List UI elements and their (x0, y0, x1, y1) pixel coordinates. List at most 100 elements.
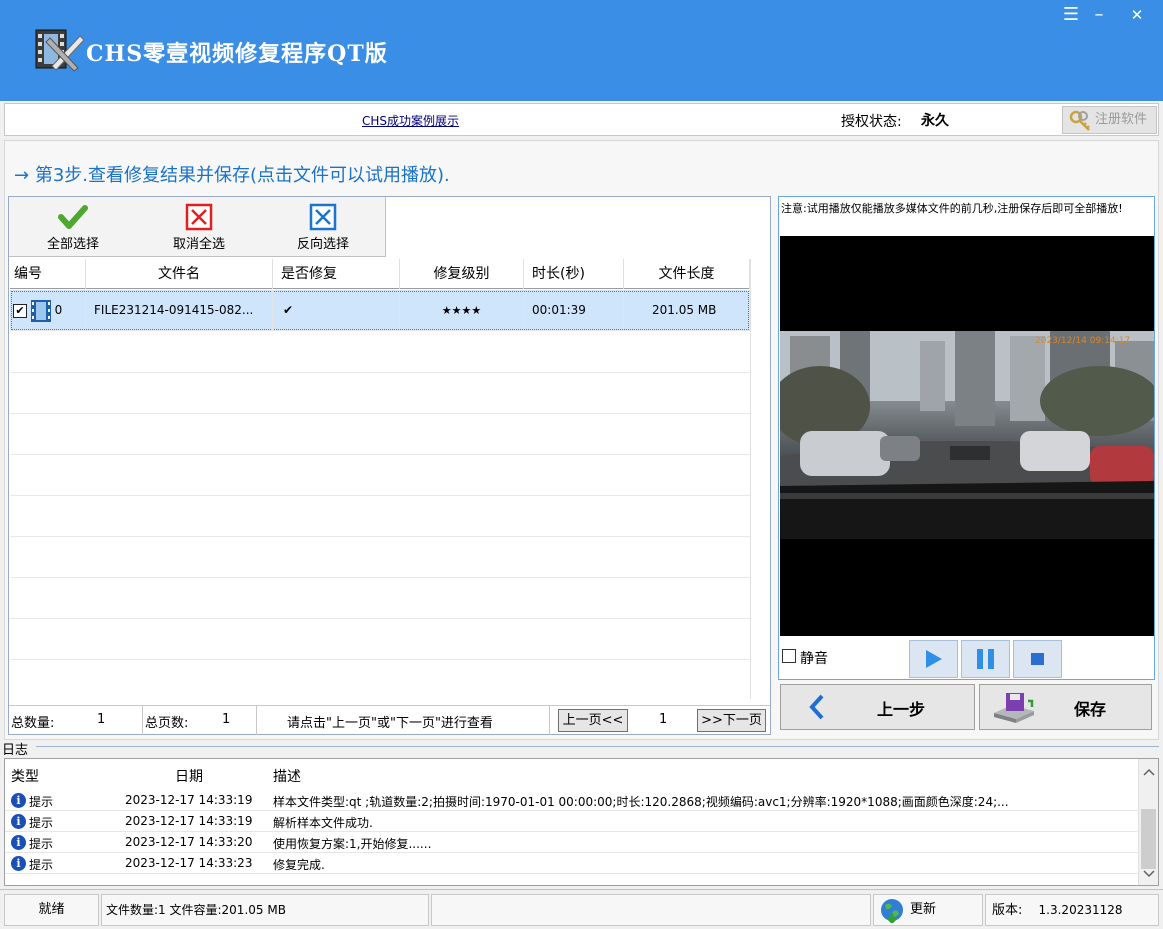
success-cases-link[interactable]: CHS成功案例展示 (362, 112, 459, 129)
column-header-size[interactable]: 文件长度 (624, 259, 750, 289)
mute-checkbox[interactable] (782, 649, 796, 663)
log-column-desc[interactable]: 描述 (273, 766, 301, 786)
row-filename: FILE231214-091415-082... (86, 290, 273, 331)
film-icon (30, 299, 51, 322)
log-desc: 修复完成. (273, 858, 325, 872)
column-header-level[interactable]: 修复级别 (400, 259, 524, 289)
video-frame: 2023/12/14 09:14:17 (780, 331, 1154, 539)
status-spacer (431, 894, 871, 926)
empty-row (10, 455, 750, 496)
log-row[interactable]: i 提示 2023-12-17 14:33:19 样本文件类型:qt ;轨道数量… (5, 791, 1138, 811)
back-button-label: 上一步 (877, 700, 926, 719)
column-header-repaired[interactable]: 是否修复 (273, 259, 400, 289)
minimize-button[interactable]: – (1086, 4, 1112, 26)
log-type: 提示 (29, 837, 54, 851)
save-button[interactable]: 保存 (979, 684, 1152, 730)
street-scene-image: 2023/12/14 09:14:17 (780, 331, 1154, 539)
info-icon: i (11, 856, 26, 871)
info-icon: i (11, 835, 26, 850)
pager-hint: 请点击"上一页"或"下一页"进行查看 (287, 716, 493, 731)
stop-button[interactable] (1013, 640, 1062, 678)
next-page-button[interactable]: >>下一页 (697, 709, 766, 732)
close-button[interactable]: ✕ (1124, 4, 1150, 26)
total-pages-label: 总页数: (145, 716, 189, 731)
key-icon (1069, 110, 1090, 131)
preview-note: 注意:试用播放仅能播放多媒体文件的前几秒,注册保存后即可全部播放! (781, 202, 1123, 215)
deselect-all-button[interactable]: 取消全选 (149, 203, 249, 253)
play-icon (926, 650, 942, 668)
play-button[interactable] (909, 640, 958, 678)
deselect-all-label: 取消全选 (172, 237, 225, 252)
row-level-stars: ★★★★ (400, 290, 524, 331)
empty-row (10, 332, 750, 373)
empty-row (10, 578, 750, 619)
grid-header: 编号 文件名 是否修复 修复级别 时长(秒) 文件长度 (10, 259, 750, 289)
log-row[interactable]: i 提示 2023-12-17 14:33:19 解析样本文件成功. (5, 812, 1138, 832)
chevron-down-icon[interactable] (1140, 867, 1158, 881)
back-button[interactable]: 上一步 (780, 684, 975, 730)
menu-icon[interactable]: ☰ (1058, 4, 1084, 26)
register-button-label: 注册软件 (1095, 112, 1148, 127)
register-button[interactable]: 注册软件 (1062, 106, 1157, 134)
info-icon: i (11, 793, 26, 808)
status-bar: 就绪 文件数量:1 文件容量:201.05 MB 更新 版本: 1.3.2023… (0, 889, 1163, 929)
select-all-button[interactable]: 全部选择 (23, 203, 123, 253)
log-date: 2023-12-17 14:33:19 (125, 793, 253, 807)
update-button[interactable]: 更新 (873, 894, 983, 926)
log-column-date[interactable]: 日期 (175, 766, 203, 786)
log-scrollbar[interactable] (1138, 759, 1158, 885)
empty-row (10, 537, 750, 578)
step-title: → 第3步.查看修复结果并保存(点击文件可以试用播放). (14, 161, 450, 187)
empty-row (10, 373, 750, 414)
log-date: 2023-12-17 14:33:20 (125, 835, 253, 849)
title-bar: CHS零壹视频修复程序QT版 ☰ – ✕ (0, 0, 1163, 101)
row-size: 201.05 MB (624, 290, 750, 331)
info-bar: CHS成功案例展示 授权状态: 永久 注册软件 (4, 103, 1159, 136)
row-repaired: ✔ (273, 290, 400, 331)
video-preview-panel: 注意:试用播放仅能播放多媒体文件的前几秒,注册保存后即可全部播放! 2023/1… (778, 196, 1155, 680)
table-row[interactable]: ✔ 0 FILE231214-091415-082... ✔ ★★★★ 00:0… (10, 290, 750, 331)
info-icon: i (11, 814, 26, 829)
selection-toolbar: 全部选择 取消全选 反向选择 (9, 197, 386, 257)
log-type: 提示 (29, 795, 54, 809)
total-count-value: 1 (97, 712, 106, 727)
version-value: 1.3.20231128 (1038, 903, 1123, 917)
log-scroll-thumb[interactable] (1141, 809, 1156, 869)
blue-x-box-icon (309, 203, 337, 231)
column-header-duration[interactable]: 时长(秒) (524, 259, 624, 289)
empty-row (10, 414, 750, 455)
empty-row (10, 496, 750, 537)
log-row[interactable]: i 提示 2023-12-17 14:33:20 使用恢复方案:1,开始修复..… (5, 833, 1138, 853)
update-label: 更新 (910, 902, 937, 917)
prev-page-button[interactable]: 上一页<< (558, 709, 628, 732)
stop-icon (1031, 653, 1044, 665)
license-status-label: 授权状态: (841, 114, 902, 130)
video-player[interactable]: 2023/12/14 09:14:17 (780, 236, 1154, 636)
pause-button[interactable] (961, 640, 1010, 678)
chevron-up-icon[interactable] (1140, 765, 1158, 779)
save-button-label: 保存 (1074, 700, 1107, 719)
invert-selection-button[interactable]: 反向选择 (273, 203, 373, 253)
log-desc: 使用恢复方案:1,开始修复...... (273, 837, 432, 851)
total-pages-value: 1 (222, 712, 231, 727)
version-info: 版本: 1.3.20231128 (985, 894, 1159, 926)
log-column-type[interactable]: 类型 (11, 766, 39, 786)
save-disk-icon (994, 693, 1034, 723)
column-header-filename[interactable]: 文件名 (86, 259, 273, 289)
app-title: CHS零壹视频修复程序QT版 (86, 41, 388, 67)
log-type: 提示 (29, 816, 54, 830)
license-status-value: 永久 (921, 113, 949, 129)
mute-label: 静音 (800, 651, 828, 667)
row-checkbox[interactable]: ✔ (13, 303, 27, 318)
select-all-label: 全部选择 (46, 237, 99, 252)
arrow-right-icon: → (14, 165, 30, 186)
column-header-index[interactable]: 编号 (10, 259, 86, 289)
file-grid: 编号 文件名 是否修复 修复级别 时长(秒) 文件长度 ✔ 0 FILE2312… (10, 259, 750, 699)
total-count-label: 总数量: (11, 716, 55, 731)
file-table-panel: 全部选择 取消全选 反向选择 编号 文件名 是否修复 修复级别 时长(秒) 文件… (8, 196, 771, 735)
pager-bar: 总数量: 1 总页数: 1 请点击"上一页"或"下一页"进行查看 上一页<< 1… (9, 705, 770, 735)
app-logo-icon (35, 29, 85, 72)
log-row[interactable]: i 提示 2023-12-17 14:33:23 修复完成. (5, 854, 1138, 874)
log-date: 2023-12-17 14:33:23 (125, 856, 253, 870)
step-title-text: 第3步.查看修复结果并保存(点击文件可以试用播放). (34, 165, 450, 186)
